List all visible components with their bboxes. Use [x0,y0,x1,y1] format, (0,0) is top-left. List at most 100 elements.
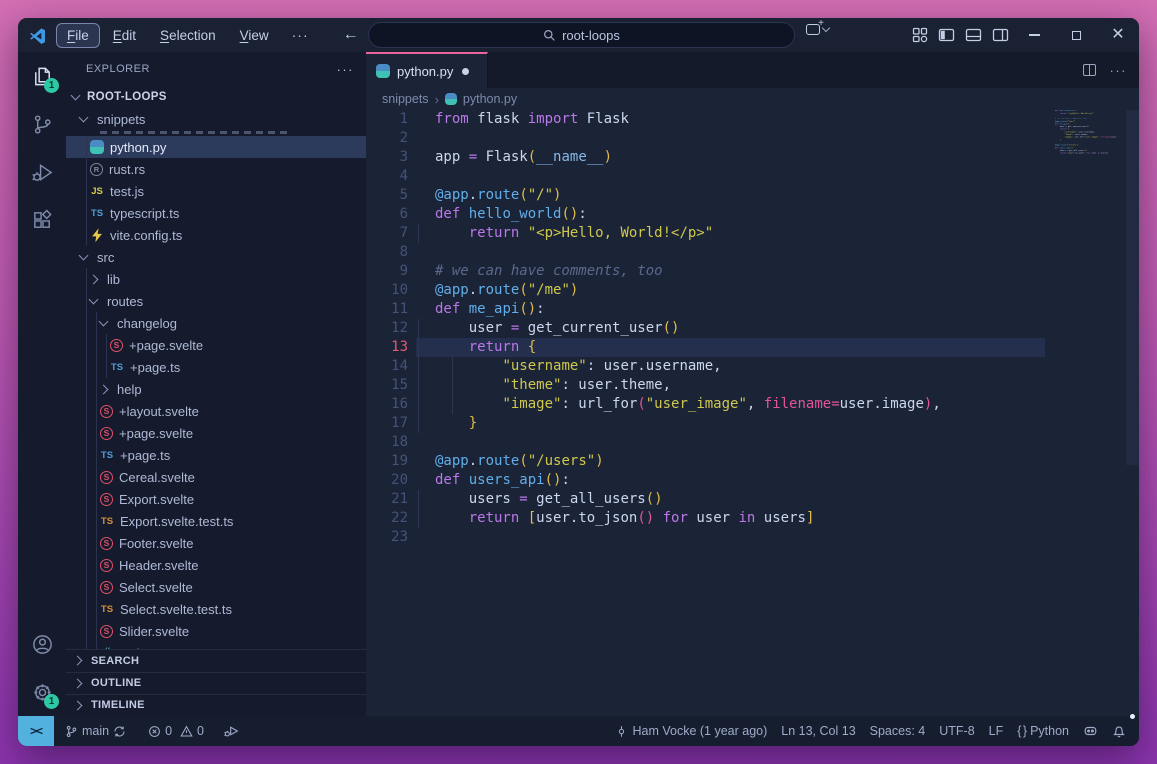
language-status[interactable]: { } Python [1010,716,1076,746]
copilot-status[interactable] [1076,716,1105,746]
cursor-position-status[interactable]: Ln 13, Col 13 [774,716,862,746]
tree-item-export-svelte-test-ts[interactable]: TSExport.svelte.test.ts [66,510,366,532]
sidebar-section-timeline[interactable]: TIMELINE [66,694,366,716]
code-line[interactable]: 23 [366,528,1139,547]
tree-item-lib[interactable]: lib [66,268,366,290]
tree-item-export-svelte[interactable]: SExport.svelte [66,488,366,510]
code-line[interactable]: 2 [366,129,1139,148]
python-icon [90,140,104,154]
code-line[interactable]: 20def users_api(): [366,471,1139,490]
tree-item-select-svelte[interactable]: SSelect.svelte [66,576,366,598]
menu-edit[interactable]: Edit [102,23,147,48]
maximize-button[interactable] [1063,22,1089,48]
code-line[interactable]: 15 "theme": user.theme, [366,376,1139,395]
tree-item-help[interactable]: help [66,378,366,400]
code-editor[interactable]: 1from flask import Flask23app = Flask(__… [366,110,1139,716]
tree-item-python-py[interactable]: python.py [66,136,366,158]
toggle-primary-sidebar-icon[interactable] [938,27,955,43]
toggle-panel-icon[interactable] [965,27,982,43]
code-line[interactable]: 7 return "<p>Hello, World!</p>" [366,224,1139,243]
explorer-more-actions[interactable]: ··· [337,62,355,77]
code-line[interactable]: 5@app.route("/") [366,186,1139,205]
breadcrumb-file[interactable]: python.py [463,92,517,106]
tree-item-slider-svelte[interactable]: SSlider.svelte [66,620,366,642]
chevron-right-icon [73,701,83,711]
code-line[interactable]: 14 "username": user.username, [366,357,1139,376]
nav-back-icon[interactable]: ← [343,26,359,44]
command-center-search[interactable]: root-loops [368,22,795,48]
code-line[interactable]: 18 [366,433,1139,452]
code-line[interactable]: 17 } [366,414,1139,433]
code-line[interactable]: 22 return [user.to_json() for user in us… [366,509,1139,528]
extensions-icon[interactable] [18,196,66,244]
tree-item-rust-rs[interactable]: Rrust.rs [66,158,366,180]
commit-info-status[interactable]: Ham Vocke (1 year ago) [608,716,774,746]
eol-status[interactable]: LF [982,716,1011,746]
minimize-button[interactable] [1021,22,1047,48]
tree-item-test-js[interactable]: JStest.js [66,180,366,202]
error-count: 0 [165,724,172,738]
copilot-menu-button[interactable] [806,24,829,35]
tree-item--page-ts[interactable]: TS+page.ts [66,444,366,466]
menu-file[interactable]: File [56,23,100,48]
run-debug-icon[interactable] [18,148,66,196]
code-line[interactable]: 12 user = get_current_user() [366,319,1139,338]
code-line[interactable]: 10@app.route("/me") [366,281,1139,300]
remote-indicator[interactable]: >< [18,716,54,746]
indentation-status[interactable]: Spaces: 4 [863,716,933,746]
toggle-secondary-sidebar-icon[interactable] [992,27,1009,43]
code-line[interactable]: 4 [366,167,1139,186]
tree-item-changelog[interactable]: changelog [66,312,366,334]
notifications-bell[interactable] [1105,716,1133,746]
settings-gear-icon[interactable]: 1 [18,668,66,716]
debug-status[interactable] [217,716,246,746]
minimap[interactable]: from flask import Flaskapp = Flask(__nam… [1055,110,1117,168]
code-line[interactable]: 19@app.route("/users") [366,452,1139,471]
tree-item-footer-svelte[interactable]: SFooter.svelte [66,532,366,554]
menu-bar: FileEditSelectionView [56,23,280,48]
code-line[interactable]: 16 "image": url_for("user_image", filena… [366,395,1139,414]
tree-item-snippets[interactable]: snippets [66,108,366,130]
tree-item--page-svelte[interactable]: S+page.svelte [66,334,366,356]
close-button[interactable]: ✕ [1105,22,1131,48]
code-line[interactable]: 11def me_api(): [366,300,1139,319]
more-menus-button[interactable]: ··· [280,27,321,43]
tree-item-typescript-ts[interactable]: TStypescript.ts [66,202,366,224]
sidebar-section-outline[interactable]: OUTLINE [66,672,366,694]
code-line[interactable]: 13 return { [366,338,1139,357]
tree-item-select-svelte-test-ts[interactable]: TSSelect.svelte.test.ts [66,598,366,620]
code-line[interactable]: 21 users = get_all_users() [366,490,1139,509]
tree-item--layout-svelte[interactable]: S+layout.svelte [66,400,366,422]
workspace-root-row[interactable]: ROOT-LOOPS [66,87,366,109]
tree-item--page-svelte[interactable]: S+page.svelte [66,422,366,444]
tree-item-styles-css[interactable]: #styles.css [66,642,366,649]
editor-scrollbar[interactable] [1126,110,1139,465]
explorer-icon[interactable]: 1 [18,52,66,100]
encoding-status[interactable]: UTF-8 [932,716,981,746]
menu-selection[interactable]: Selection [149,23,227,48]
customize-layout-icon[interactable] [912,27,928,43]
tree-item--page-ts[interactable]: TS+page.ts [66,356,366,378]
breadcrumb-folder[interactable]: snippets [382,92,429,106]
split-editor-icon[interactable] [1083,64,1096,76]
sidebar-section-search[interactable]: SEARCH [66,650,366,672]
tree-item-cereal-svelte[interactable]: SCereal.svelte [66,466,366,488]
branch-status[interactable]: main [58,716,133,746]
code-line[interactable]: 3app = Flask(__name__) [366,148,1139,167]
modified-dot-icon[interactable] [462,68,469,75]
source-control-icon[interactable] [18,100,66,148]
language-name: Python [1030,724,1069,738]
code-line[interactable]: 6def hello_world(): [366,205,1139,224]
problems-status[interactable]: 0 0 [141,716,211,746]
tree-item-header-svelte[interactable]: SHeader.svelte [66,554,366,576]
tree-item-routes[interactable]: routes [66,290,366,312]
code-line[interactable]: 1from flask import Flask [366,110,1139,129]
code-line[interactable]: 9# we can have comments, too [366,262,1139,281]
code-line[interactable]: 8 [366,243,1139,262]
tab-python-py[interactable]: python.py [366,52,488,88]
accounts-icon[interactable] [18,620,66,668]
menu-view[interactable]: View [229,23,280,48]
tree-item-vite-config-ts[interactable]: vite.config.ts [66,224,366,246]
tree-item-src[interactable]: src [66,246,366,268]
editor-more-actions[interactable]: ··· [1110,63,1128,78]
